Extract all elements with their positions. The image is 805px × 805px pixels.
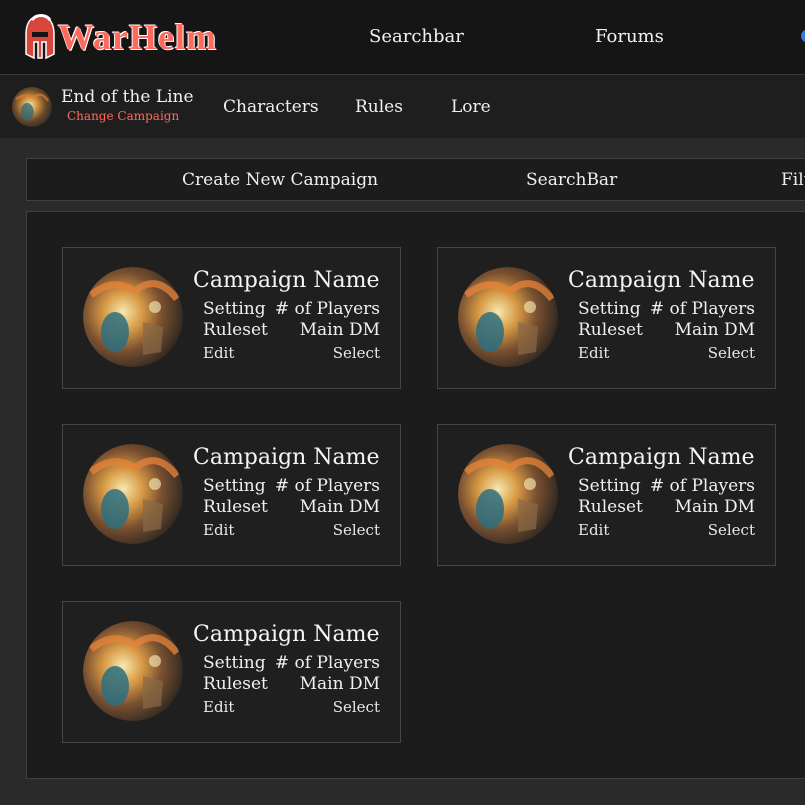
campaign-main-dm: Main DM (299, 320, 380, 340)
campaign-ruleset: Ruleset (578, 320, 643, 340)
campaign-main-dm: Main DM (299, 497, 380, 517)
nav-searchbar[interactable]: Searchbar (369, 26, 464, 47)
helmet-icon (25, 14, 55, 60)
campaign-name: Campaign Name (193, 622, 380, 647)
campaign-player-count: # of Players (274, 653, 380, 673)
campaign-card: Campaign Name Setting # of Players Rules… (62, 424, 401, 566)
campaign-ruleset: Ruleset (203, 674, 268, 694)
select-campaign-button[interactable]: Select (333, 521, 380, 539)
select-campaign-button[interactable]: Select (708, 521, 755, 539)
campaign-thumbnail (458, 267, 558, 367)
nav-rules[interactable]: Rules (355, 97, 403, 117)
select-campaign-button[interactable]: Select (333, 344, 380, 362)
campaign-setting: Setting (203, 476, 266, 496)
campaign-thumbnail (83, 621, 183, 721)
campaign-name: Campaign Name (568, 268, 755, 293)
warhelm-logo[interactable]: WarHelm (24, 12, 217, 62)
profile-indicator[interactable] (801, 30, 805, 42)
campaign-avatar[interactable] (12, 87, 52, 127)
campaign-card: Campaign Name Setting # of Players Rules… (437, 424, 776, 566)
edit-campaign-button[interactable]: Edit (578, 344, 609, 362)
campaign-setting: Setting (578, 476, 641, 496)
campaign-player-count: # of Players (274, 476, 380, 496)
campaign-setting: Setting (578, 299, 641, 319)
campaign-main-dm: Main DM (299, 674, 380, 694)
campaign-searchbar[interactable]: SearchBar (526, 170, 617, 190)
campaign-card: Campaign Name Setting # of Players Rules… (62, 247, 401, 389)
campaign-name: Campaign Name (568, 445, 755, 470)
edit-campaign-button[interactable]: Edit (203, 698, 234, 716)
campaign-player-count: # of Players (649, 299, 755, 319)
nav-characters[interactable]: Characters (223, 97, 319, 117)
campaign-grid: Campaign Name Setting # of Players Rules… (26, 211, 805, 779)
create-campaign-button[interactable]: Create New Campaign (182, 170, 378, 190)
action-bar: Create New Campaign SearchBar Filter (26, 158, 805, 201)
change-campaign-link[interactable]: Change Campaign (67, 109, 179, 123)
campaign-setting: Setting (203, 299, 266, 319)
top-navbar: WarHelm Searchbar Forums (0, 0, 805, 75)
campaign-player-count: # of Players (274, 299, 380, 319)
campaign-thumbnail (83, 444, 183, 544)
logo-text: WarHelm (58, 17, 217, 57)
nav-forums[interactable]: Forums (595, 26, 664, 47)
campaign-title: End of the Line (61, 87, 194, 107)
campaign-main-dm: Main DM (674, 497, 755, 517)
nav-lore[interactable]: Lore (451, 97, 491, 117)
campaign-thumbnail (458, 444, 558, 544)
campaign-ruleset: Ruleset (578, 497, 643, 517)
campaign-main-dm: Main DM (674, 320, 755, 340)
campaign-setting: Setting (203, 653, 266, 673)
campaign-player-count: # of Players (649, 476, 755, 496)
campaign-name: Campaign Name (193, 268, 380, 293)
campaign-card: Campaign Name Setting # of Players Rules… (62, 601, 401, 743)
campaign-thumbnail (83, 267, 183, 367)
campaign-ruleset: Ruleset (203, 320, 268, 340)
edit-campaign-button[interactable]: Edit (578, 521, 609, 539)
select-campaign-button[interactable]: Select (333, 698, 380, 716)
select-campaign-button[interactable]: Select (708, 344, 755, 362)
filter-button[interactable]: Filter (781, 170, 805, 190)
campaign-ruleset: Ruleset (203, 497, 268, 517)
campaign-name: Campaign Name (193, 445, 380, 470)
campaign-card: Campaign Name Setting # of Players Rules… (437, 247, 776, 389)
edit-campaign-button[interactable]: Edit (203, 521, 234, 539)
edit-campaign-button[interactable]: Edit (203, 344, 234, 362)
